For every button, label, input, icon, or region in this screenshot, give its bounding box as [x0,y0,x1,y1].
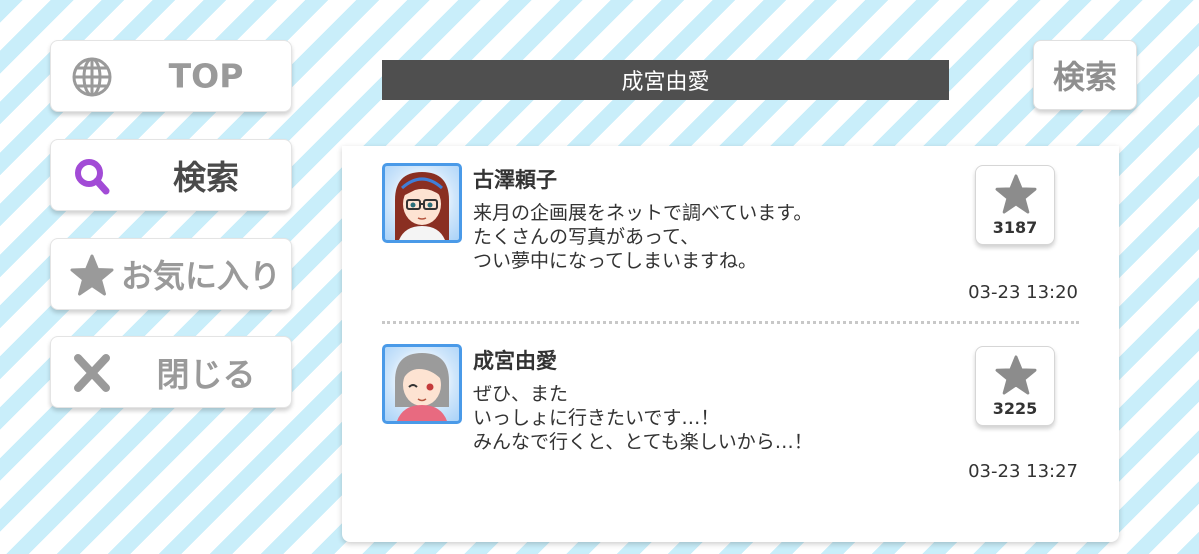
post-author: 成宮由愛 [473,349,557,373]
post-message: 来月の企画展をネットで調べています。 たくさんの写真があって、 つい夢中になって… [473,201,812,273]
star-icon [69,254,115,296]
post-item: 古澤頼子 来月の企画展をネットで調べています。 たくさんの写真があって、 つい夢… [342,146,1119,324]
top-button-label: TOP [168,56,244,96]
post-timestamp: 03-23 13:20 [968,282,1078,303]
message-line: つい夢中になってしまいますね。 [473,250,758,272]
avatar[interactable] [382,163,462,243]
close-label: 閉じる [156,355,256,394]
search-nav-label: 検索 [173,158,239,197]
post-item: 成宮由愛 ぜひ、また いっしょに行きたいです…！ みんなで行くと、とても楽しいか… [342,327,1119,497]
post-author: 古澤頼子 [473,168,557,192]
magnifier-icon [69,156,115,196]
message-line: たくさんの写真があって、 [473,226,700,248]
like-count: 3225 [992,399,1038,418]
message-line: 来月の企画展をネットで調べています。 [473,202,813,224]
page-title: 成宮由愛 [382,60,949,100]
timeline-panel: 古澤頼子 来月の企画展をネットで調べています。 たくさんの写真があって、 つい夢… [342,146,1119,542]
search-button[interactable]: 検索 [1033,40,1137,110]
avatar[interactable] [382,344,462,424]
globe-icon [69,57,115,97]
top-button[interactable]: TOP [50,40,292,112]
close-x-icon [69,353,115,393]
message-line: ぜひ、また [473,383,569,405]
post-timestamp: 03-23 13:27 [968,461,1078,482]
like-button[interactable]: 3187 [975,165,1055,245]
message-line: みんなで行くと、とても楽しいから…！ [473,431,813,453]
favorites-button[interactable]: お気に入り [50,238,292,310]
favorites-label: お気に入り [121,257,282,295]
star-icon [995,174,1037,214]
search-nav-button[interactable]: 検索 [50,139,292,211]
message-line: いっしょに行きたいです…！ [473,407,720,429]
close-button[interactable]: 閉じる [50,336,292,408]
post-message: ぜひ、また いっしょに行きたいです…！ みんなで行くと、とても楽しいから…！ [473,382,813,454]
post-divider [382,321,1079,324]
like-button[interactable]: 3225 [975,346,1055,426]
like-count: 3187 [992,218,1038,237]
star-icon [995,355,1037,395]
